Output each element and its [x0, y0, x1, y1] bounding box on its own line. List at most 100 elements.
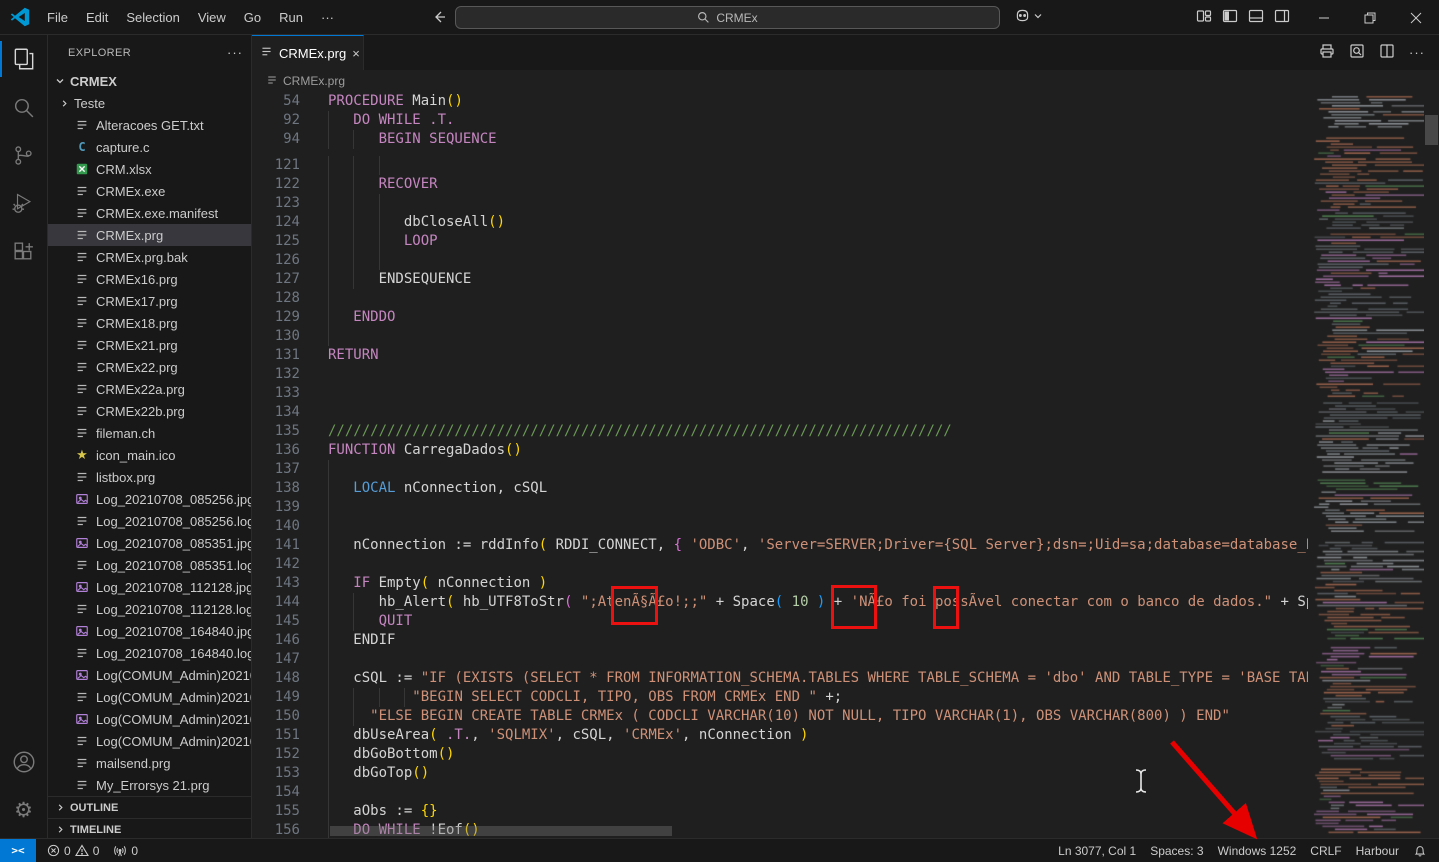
- eol-sequence[interactable]: CRLF: [1303, 839, 1348, 862]
- minimize-button[interactable]: [1301, 0, 1347, 35]
- code-line-133[interactable]: 133: [252, 384, 1308, 403]
- search-editor-icon[interactable]: [1349, 43, 1365, 62]
- file-item-log-20210708-085256-jpg[interactable]: Log_20210708_085256.jpg: [48, 488, 251, 510]
- file-item-log-20210708-112128-log[interactable]: Log_20210708_112128.log: [48, 598, 251, 620]
- toggle-secondary-sidebar-button[interactable]: [1274, 8, 1290, 27]
- line-number[interactable]: 152: [252, 745, 300, 764]
- line-number[interactable]: 141: [252, 536, 300, 555]
- file-item-log-comum-admin-20210-[interactable]: Log(COMUM_Admin)20210...: [48, 686, 251, 708]
- file-item-log-20210708-085256-log[interactable]: Log_20210708_085256.log: [48, 510, 251, 532]
- menu-run[interactable]: Run: [270, 6, 312, 29]
- file-item-mailsend-prg[interactable]: mailsend.prg: [48, 752, 251, 774]
- extensions-icon[interactable]: [0, 227, 48, 275]
- notifications-bell[interactable]: [1406, 839, 1439, 862]
- file-item-log-comum-admin-20210-[interactable]: Log(COMUM_Admin)20210...: [48, 730, 251, 752]
- code-line-138[interactable]: 138LOCAL nConnection, cSQL: [252, 479, 1308, 498]
- file-item-crmex18-prg[interactable]: CRMEx18.prg: [48, 312, 251, 334]
- code-lines[interactable]: 54PROCEDURE Main()92DO WHILE .T.94BEGIN …: [252, 92, 1308, 838]
- code-line-155[interactable]: 155aObs := {}: [252, 802, 1308, 821]
- line-number[interactable]: 151: [252, 726, 300, 745]
- code-line-135[interactable]: 135/////////////////////////////////////…: [252, 422, 1308, 441]
- encoding[interactable]: Windows 1252: [1211, 839, 1304, 862]
- menu-go[interactable]: Go: [235, 6, 270, 29]
- code-line-129[interactable]: 129ENDDO: [252, 308, 1308, 327]
- line-number[interactable]: 150: [252, 707, 300, 726]
- file-item-log-20210708-085351-log[interactable]: Log_20210708_085351.log: [48, 554, 251, 576]
- code-line-132[interactable]: 132: [252, 365, 1308, 384]
- customize-layout-button[interactable]: [1196, 8, 1212, 27]
- explorer-icon[interactable]: [0, 35, 48, 83]
- file-item-crmex22b-prg[interactable]: CRMEx22b.prg: [48, 400, 251, 422]
- line-number[interactable]: 146: [252, 631, 300, 650]
- problems-indicator[interactable]: 0 0: [40, 839, 106, 862]
- accounts-icon[interactable]: [0, 738, 48, 786]
- code-line-54[interactable]: 54PROCEDURE Main(): [252, 92, 1308, 111]
- code-line-148[interactable]: 148cSQL := "IF (EXISTS (SELECT * FROM IN…: [252, 669, 1308, 688]
- line-number[interactable]: 153: [252, 764, 300, 783]
- code-line-130[interactable]: 130: [252, 327, 1308, 346]
- code-line-141[interactable]: 141nConnection := rddInfo( RDDI_CONNECT,…: [252, 536, 1308, 555]
- code-line-144[interactable]: 144hb_Alert( hb_UTF8ToStr( ";AtenÃ§Ã£o!;…: [252, 593, 1308, 612]
- split-editor-icon[interactable]: [1379, 43, 1395, 62]
- code-line-145[interactable]: 145QUIT: [252, 612, 1308, 631]
- file-item-log-comum-admin-20210-[interactable]: Log(COMUM_Admin)20210...: [48, 708, 251, 730]
- section-timeline[interactable]: TIMELINE: [48, 818, 251, 838]
- back-button[interactable]: [431, 9, 447, 25]
- menu-edit[interactable]: Edit: [77, 6, 117, 29]
- menu-selection[interactable]: Selection: [117, 6, 188, 29]
- language-mode[interactable]: Harbour: [1349, 839, 1406, 862]
- ports-indicator[interactable]: 0: [106, 839, 145, 862]
- line-number[interactable]: 125: [252, 232, 300, 251]
- code-line-92[interactable]: 92DO WHILE .T.: [252, 111, 1308, 130]
- file-item-crmex21-prg[interactable]: CRMEx21.prg: [48, 334, 251, 356]
- code-line-122[interactable]: 122RECOVER: [252, 175, 1308, 194]
- line-number[interactable]: 148: [252, 669, 300, 688]
- file-item-log-20210708-112128-jpg[interactable]: Log_20210708_112128.jpg: [48, 576, 251, 598]
- line-number[interactable]: 131: [252, 346, 300, 365]
- vertical-scrollbar[interactable]: [1424, 92, 1439, 838]
- line-number[interactable]: 132: [252, 365, 300, 384]
- code-line-136[interactable]: 136FUNCTION CarregaDados(): [252, 441, 1308, 460]
- code-line-128[interactable]: 128: [252, 289, 1308, 308]
- line-number[interactable]: 149: [252, 688, 300, 707]
- code-line-147[interactable]: 147: [252, 650, 1308, 669]
- toggle-panel-button[interactable]: [1248, 8, 1264, 27]
- explorer-more-actions[interactable]: ···: [227, 45, 243, 60]
- scrollbar-thumb[interactable]: [1425, 115, 1438, 145]
- line-number[interactable]: 126: [252, 251, 300, 270]
- line-number[interactable]: 154: [252, 783, 300, 802]
- line-number[interactable]: 127: [252, 270, 300, 289]
- line-number[interactable]: 92: [252, 111, 300, 130]
- line-number[interactable]: 128: [252, 289, 300, 308]
- code-line-126[interactable]: 126: [252, 251, 1308, 270]
- code-line-149[interactable]: 149"BEGIN SELECT CODCLI, TIPO, OBS FROM …: [252, 688, 1308, 707]
- search-sidebar-icon[interactable]: [0, 83, 48, 131]
- code-line-143[interactable]: 143IF Empty( nConnection ): [252, 574, 1308, 593]
- file-item-log-comum-admin-20210-[interactable]: Log(COMUM_Admin)20210...: [48, 664, 251, 686]
- line-number[interactable]: 138: [252, 479, 300, 498]
- line-number[interactable]: 54: [252, 92, 300, 111]
- code-line-127[interactable]: 127ENDSEQUENCE: [252, 270, 1308, 289]
- file-item-icon-main-ico[interactable]: ★icon_main.ico: [48, 444, 251, 466]
- line-number[interactable]: 123: [252, 194, 300, 213]
- file-item-log-20210708-085351-jpg[interactable]: Log_20210708_085351.jpg: [48, 532, 251, 554]
- code-line-150[interactable]: 150"ELSE BEGIN CREATE TABLE CRMEx ( CODC…: [252, 707, 1308, 726]
- code-line-137[interactable]: 137: [252, 460, 1308, 479]
- line-number[interactable]: 129: [252, 308, 300, 327]
- line-number[interactable]: 156: [252, 821, 300, 838]
- menu-file[interactable]: File: [38, 6, 77, 29]
- file-item-listbox-prg[interactable]: listbox.prg: [48, 466, 251, 488]
- line-number[interactable]: 139: [252, 498, 300, 517]
- code-line-153[interactable]: 153dbGoTop(): [252, 764, 1308, 783]
- settings-gear-icon[interactable]: ⚙: [0, 786, 48, 834]
- file-item-log-20210708-164840-log[interactable]: Log_20210708_164840.log: [48, 642, 251, 664]
- code-line-140[interactable]: 140: [252, 517, 1308, 536]
- file-item-crmex-prg[interactable]: CRMEx.prg: [48, 224, 251, 246]
- tab-crmex-prg[interactable]: CRMEx.prg ×: [252, 35, 364, 70]
- file-item-crmex-exe-manifest[interactable]: CRMEx.exe.manifest: [48, 202, 251, 224]
- command-center-search[interactable]: CRMEx: [455, 6, 1000, 29]
- file-item-crmex22a-prg[interactable]: CRMEx22a.prg: [48, 378, 251, 400]
- line-number[interactable]: 135: [252, 422, 300, 441]
- line-number[interactable]: 133: [252, 384, 300, 403]
- file-item-capture-c[interactable]: Ccapture.c: [48, 136, 251, 158]
